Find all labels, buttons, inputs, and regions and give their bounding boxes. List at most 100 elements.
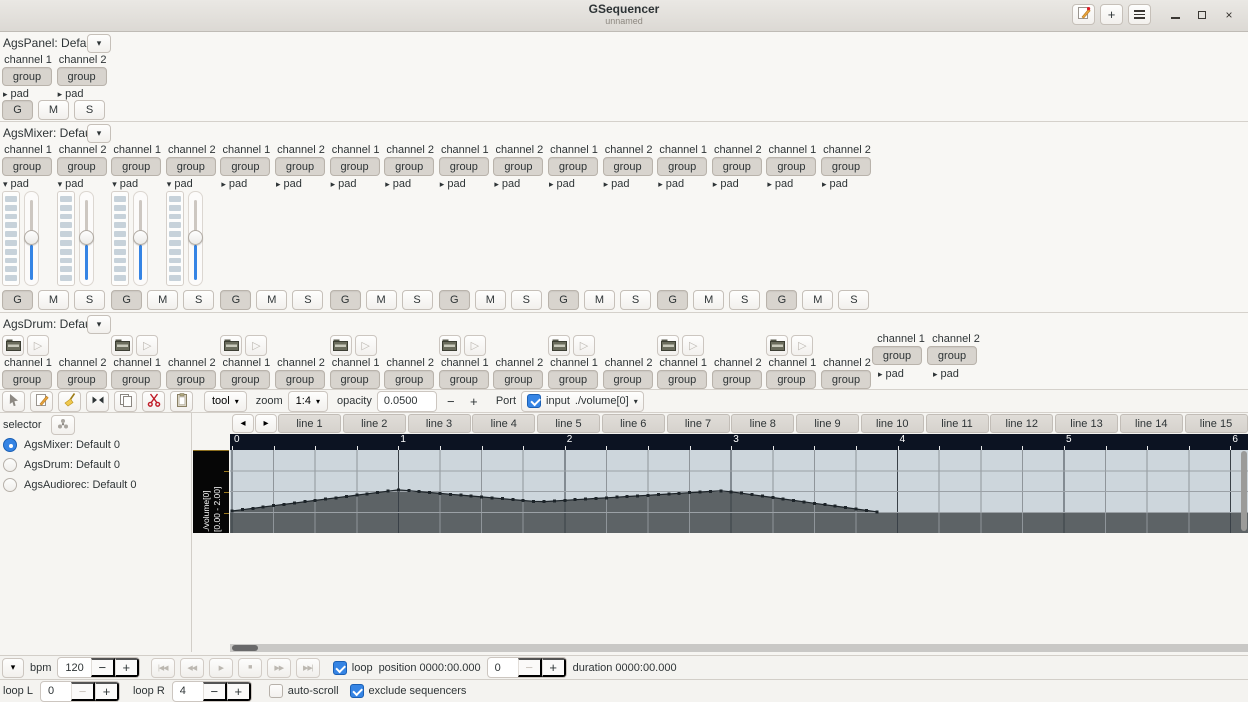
group-button[interactable]: group <box>657 157 708 176</box>
seek-backward-button[interactable]: ◀◀ <box>179 657 204 678</box>
m-toggle-button[interactable]: M <box>365 290 397 310</box>
group-button[interactable]: group <box>711 157 762 176</box>
pad-expander[interactable]: ▸ pad <box>878 368 904 380</box>
minimize-button[interactable] <box>1164 4 1186 25</box>
tab-line-5[interactable]: line 5 <box>537 414 600 433</box>
tab-line-3[interactable]: line 3 <box>407 414 471 433</box>
loop-right-decrement-button[interactable]: − <box>202 681 227 701</box>
loop-left-increment-button[interactable]: + <box>94 681 119 701</box>
pad-expander[interactable]: ▸ pad <box>604 178 630 190</box>
radio-button[interactable] <box>3 458 17 472</box>
slider-knob[interactable] <box>78 230 94 245</box>
pad-expander[interactable]: ▸ pad <box>658 178 684 190</box>
g-toggle-button[interactable]: G <box>329 290 361 310</box>
bpm-decrement-button[interactable]: − <box>90 658 115 677</box>
slider-knob[interactable] <box>133 230 149 245</box>
s-toggle-button[interactable]: S <box>74 100 105 120</box>
selector-option[interactable]: AgsMixer: Default 0 <box>0 435 191 455</box>
tabs-scroll-right-button[interactable]: ▸ <box>255 414 277 433</box>
loop-left-decrement-button[interactable]: − <box>70 681 95 701</box>
tab-line-4[interactable]: line 4 <box>472 414 536 433</box>
m-toggle-button[interactable]: M <box>474 290 506 310</box>
g-toggle-button[interactable]: G <box>220 290 252 310</box>
selector-option[interactable]: AgsAudiorec: Default 0 <box>0 475 191 495</box>
skip-forward-button[interactable]: ▶▶| <box>295 657 320 678</box>
m-toggle-button[interactable]: M <box>693 290 725 310</box>
machine-menu-dropdown[interactable]: ▾ <box>87 124 111 143</box>
g-toggle-button[interactable]: G <box>766 290 798 310</box>
selector-nav-button[interactable] <box>50 415 75 435</box>
radio-button[interactable] <box>3 478 17 492</box>
exclude-sequencers-checkbox[interactable]: exclude sequencers <box>349 684 466 698</box>
m-toggle-button[interactable]: M <box>38 290 69 310</box>
g-toggle-button[interactable]: G <box>438 290 470 310</box>
g-toggle-button[interactable]: G <box>548 290 579 310</box>
tab-line-11[interactable]: line 11 <box>925 414 989 433</box>
m-toggle-button[interactable]: M <box>256 290 288 310</box>
pad-expander[interactable]: ▾ pad <box>167 178 193 190</box>
pad-expander[interactable]: ▾ pad <box>112 178 138 190</box>
s-toggle-button[interactable]: S <box>292 290 324 310</box>
group-button[interactable]: group <box>2 157 52 176</box>
group-button[interactable]: group <box>56 67 107 86</box>
pad-expander[interactable]: ▸ pad <box>276 178 302 190</box>
g-toggle-button[interactable]: G <box>111 290 143 310</box>
bpm-spinner[interactable]: 120 − + <box>57 657 140 678</box>
s-toggle-button[interactable]: S <box>74 290 105 310</box>
selector-option[interactable]: AgsDrum: Default 0 <box>0 455 191 475</box>
position-cursor-button[interactable] <box>2 390 25 412</box>
pad-expander[interactable]: ▸ pad <box>713 178 739 190</box>
pad-expander[interactable]: ▸ pad <box>822 178 848 190</box>
group-button[interactable]: group <box>220 157 271 176</box>
tool-dropdown[interactable]: tool ▾ <box>204 390 247 412</box>
navigation-expander-button[interactable]: ▾ <box>2 657 24 678</box>
tabs-scroll-left-button[interactable]: ◂ <box>232 414 254 433</box>
group-button[interactable]: group <box>275 157 325 176</box>
stop-button[interactable]: ■ <box>237 657 262 678</box>
close-button[interactable]: × <box>1218 4 1240 25</box>
zoom-dropdown[interactable]: 1:4 ▾ <box>287 390 328 412</box>
maximize-button[interactable] <box>1191 4 1213 25</box>
port-combo[interactable]: input ./volume[0] ▾ <box>521 390 644 412</box>
volume-slider[interactable] <box>187 191 203 286</box>
skip-backward-button[interactable]: |◀◀ <box>150 657 175 678</box>
select-button[interactable] <box>86 390 109 412</box>
pad-expander[interactable]: ▸ pad <box>549 178 575 190</box>
pad-expander[interactable]: ▸ pad <box>58 88 84 100</box>
group-button[interactable]: group <box>2 67 52 86</box>
volume-slider[interactable] <box>78 191 94 286</box>
group-button[interactable]: group <box>111 157 162 176</box>
plot-vertical-scrollbar[interactable] <box>1241 451 1247 531</box>
pad-expander[interactable]: ▸ pad <box>494 178 520 190</box>
group-button[interactable]: group <box>927 346 977 365</box>
edit-file-button[interactable] <box>1072 4 1095 25</box>
s-toggle-button[interactable]: S <box>510 290 542 310</box>
loop-checkbox[interactable]: loop <box>332 660 373 675</box>
scrollbar-thumb[interactable] <box>232 645 258 651</box>
pad-expander[interactable]: ▸ pad <box>221 178 247 190</box>
pad-expander[interactable]: ▾ pad <box>3 178 29 190</box>
tab-line-15[interactable]: line 15 <box>1184 414 1248 433</box>
opacity-decrement-button[interactable]: − <box>442 391 460 411</box>
timeline-ruler[interactable]: 0 1 2 3 4 5 6 <box>230 434 1248 450</box>
m-toggle-button[interactable]: M <box>584 290 615 310</box>
loop-right-increment-button[interactable]: + <box>226 681 251 701</box>
m-toggle-button[interactable]: M <box>38 100 69 120</box>
bpm-increment-button[interactable]: + <box>114 658 139 677</box>
tab-line-13[interactable]: line 13 <box>1055 414 1118 433</box>
add-machine-button[interactable]: + <box>1100 4 1123 25</box>
auto-scroll-checkbox[interactable]: auto-scroll <box>268 684 339 698</box>
pad-expander[interactable]: ▸ pad <box>767 178 793 190</box>
s-toggle-button[interactable]: S <box>729 290 761 310</box>
pad-expander[interactable]: ▸ pad <box>3 88 29 100</box>
pad-expander[interactable]: ▸ pad <box>933 368 959 380</box>
group-button[interactable]: group <box>493 157 544 176</box>
slider-knob[interactable] <box>24 230 39 245</box>
position-spinner[interactable]: 0 − + <box>486 657 567 678</box>
pad-expander[interactable]: ▸ pad <box>385 178 411 190</box>
pad-expander[interactable]: ▾ pad <box>58 178 84 190</box>
loop-left-spinner[interactable]: 0 − + <box>39 680 120 702</box>
input-checkbox[interactable]: input <box>527 394 570 408</box>
copy-button[interactable] <box>114 390 137 412</box>
opacity-value-field[interactable]: 0.0500 <box>376 390 437 412</box>
